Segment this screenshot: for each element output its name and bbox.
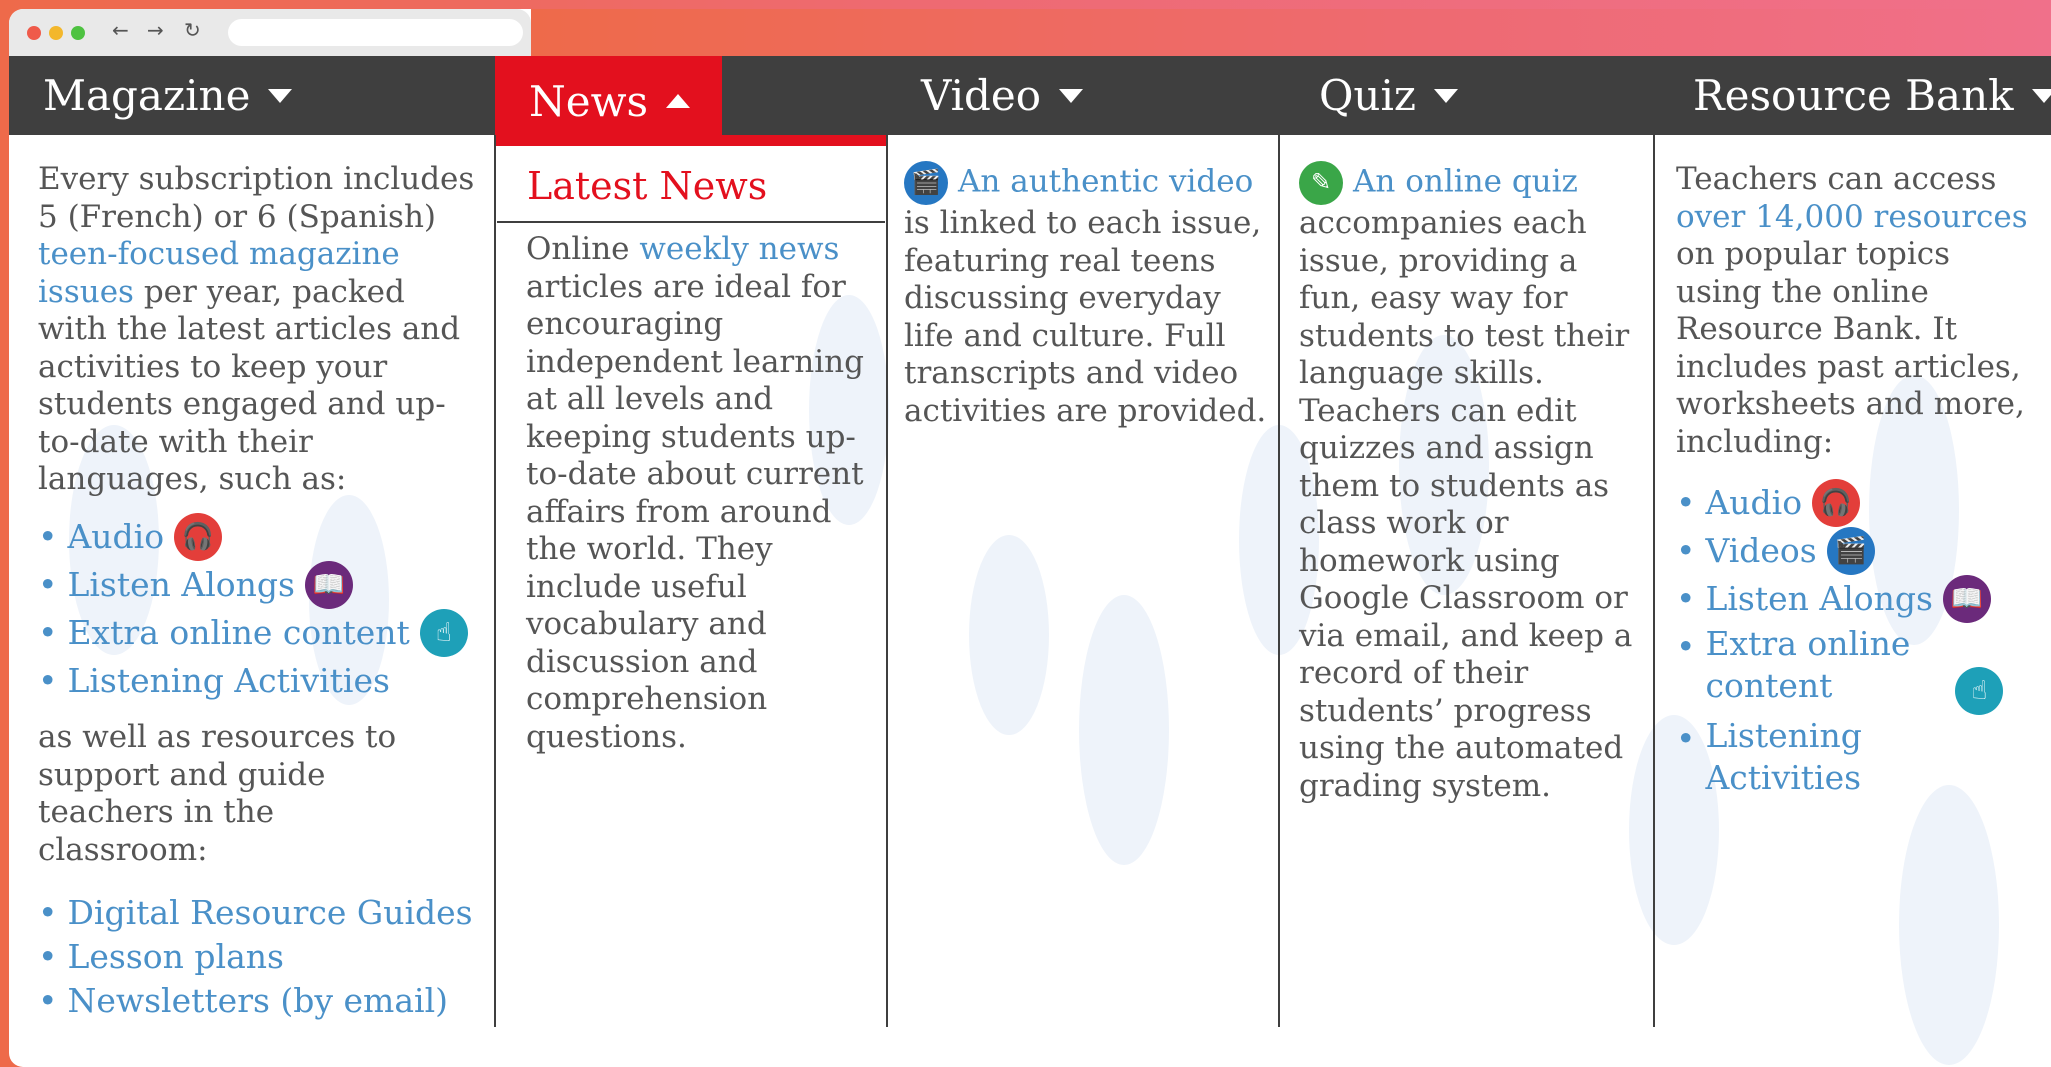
magazine-feature-list: • Audio 🎧 • Listen Alongs 📖 • Extra online co… <box>38 513 488 705</box>
browser-header-strip <box>531 9 2051 56</box>
list-item[interactable]: • Extra online content ☝ <box>1676 623 2036 715</box>
tab-resource-bank[interactable]: Resource Bank <box>1659 56 2051 135</box>
authentic-video-link[interactable]: authentic video <box>1010 164 1253 200</box>
video-description: 🎬 An authentic video is linked to each is… <box>904 161 1274 430</box>
minimize-window-dot[interactable] <box>49 26 63 40</box>
magazine-intro: Every subscription includes 5 (French) o… <box>38 161 478 499</box>
tab-news[interactable]: News <box>495 56 722 146</box>
list-item[interactable]: • Audio 🎧 <box>38 513 488 561</box>
tab-label: Quiz <box>1319 71 1417 120</box>
book-audio-icon: 📖 <box>1942 575 1991 623</box>
chevron-down-icon <box>1434 88 1459 103</box>
list-item[interactable]: • Listening Activities <box>1676 715 2036 799</box>
magazine-resource-list: • Digital Resource Guides • Lesson plans •… <box>38 891 488 1023</box>
reload-icon[interactable]: ↻ <box>184 18 201 42</box>
maximize-window-dot[interactable] <box>71 26 85 40</box>
tab-label: Video <box>921 71 1042 120</box>
list-item[interactable]: • Digital Resource Guides <box>38 891 488 935</box>
tab-quiz[interactable]: Quiz <box>1285 56 1665 135</box>
headphones-icon: 🎧 <box>174 513 223 561</box>
touch-screen-icon: ☝ <box>419 609 468 657</box>
list-item[interactable]: • Audio 🎧 <box>1676 479 2036 527</box>
browser-toolbar: ← → ↻ <box>9 9 531 56</box>
book-audio-icon: 📖 <box>304 561 353 609</box>
magazine-middle-text: as well as resources to support and guid… <box>38 719 397 868</box>
online-quiz-link[interactable]: An online quiz <box>1353 164 1578 200</box>
list-item[interactable]: • Extra online content ☝ <box>38 609 488 657</box>
latest-news-title: Latest News <box>527 164 768 208</box>
clapperboard-icon: 🎬 <box>1826 527 1875 575</box>
address-bar[interactable] <box>228 19 523 46</box>
list-item[interactable]: • Listening Activities <box>38 657 488 705</box>
chevron-up-icon <box>666 94 691 108</box>
news-description: Online weekly news articles are ideal fo… <box>526 231 864 755</box>
chevron-down-icon <box>2031 88 2051 103</box>
headphones-icon: 🎧 <box>1812 479 1861 527</box>
touch-screen-icon: ☝ <box>1955 667 2004 715</box>
list-item[interactable]: • Videos 🎬 <box>1676 527 2036 575</box>
chevron-down-icon <box>268 88 293 103</box>
tab-magazine[interactable]: Magazine <box>9 56 495 135</box>
list-item[interactable]: • Lesson plans <box>38 935 488 979</box>
list-item[interactable]: • Listen Alongs 📖 <box>38 561 488 609</box>
magazine-intro-text: Every subscription includes 5 (French) o… <box>38 161 475 235</box>
weekly-news-link[interactable]: weekly news <box>639 231 839 267</box>
divider <box>497 221 885 223</box>
tab-label: News <box>529 76 649 126</box>
list-item[interactable]: • Listen Alongs 📖 <box>1676 575 2036 623</box>
resource-bank-description: Teachers can access over 14,000 resource… <box>1676 161 2028 460</box>
clapperboard-icon: 🎬 <box>904 161 948 205</box>
tab-label: Magazine <box>43 71 251 120</box>
tab-video[interactable]: Video <box>887 56 1287 135</box>
list-item[interactable]: • Newsletters (by email) <box>38 979 488 1023</box>
browser-window: ← → ↻ Magazine News Video Quiz Resource … <box>9 9 2051 1067</box>
close-window-dot[interactable] <box>27 26 41 40</box>
forward-arrow-icon[interactable]: → <box>147 18 164 42</box>
resources-link[interactable]: over 14,000 resources <box>1676 199 2028 235</box>
section-tab-bar: Magazine News Video Quiz Resource Bank <box>9 56 2051 146</box>
quiz-description: ✎ An online quiz accompanies each issue, … <box>1299 161 1644 805</box>
tab-label: Resource Bank <box>1693 71 2014 120</box>
resource-bank-list: • Audio 🎧 • Videos 🎬 • Listen Alongs 📖 • Extra … <box>1676 479 2036 799</box>
back-arrow-icon[interactable]: ← <box>112 18 129 42</box>
pencil-icon: ✎ <box>1299 161 1343 205</box>
chevron-down-icon <box>1059 88 1084 103</box>
